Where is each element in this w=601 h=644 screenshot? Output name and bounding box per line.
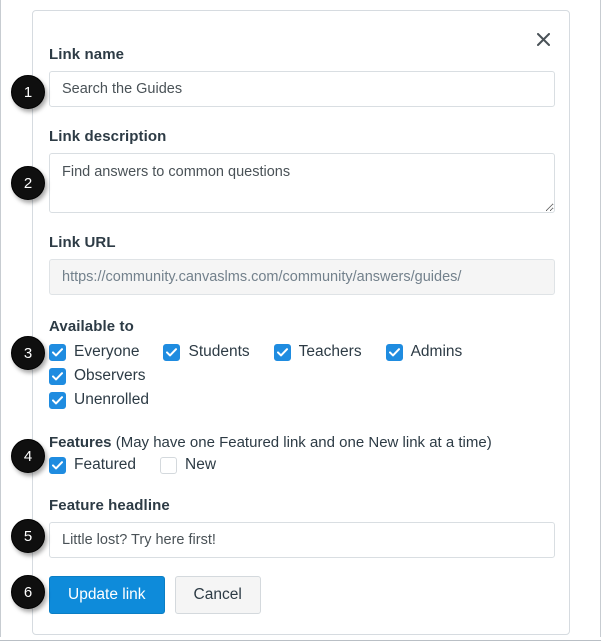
edit-link-dialog: Link name Link description Find answers … bbox=[32, 10, 570, 635]
dialog-body: Link name Link description Find answers … bbox=[49, 45, 555, 614]
dialog-actions: Update link Cancel bbox=[49, 576, 555, 614]
checkbox-everyone[interactable]: Everyone bbox=[49, 343, 139, 361]
callout-badge-5: 5 bbox=[11, 519, 45, 553]
checkbox-checked-icon bbox=[273, 343, 291, 361]
link-description-label: Link description bbox=[49, 128, 167, 145]
feature-headline-label: Feature headline bbox=[49, 497, 170, 514]
update-link-button[interactable]: Update link bbox=[49, 576, 165, 614]
feature-headline-input[interactable] bbox=[49, 522, 555, 558]
checkbox-checked-icon bbox=[49, 343, 66, 361]
link-name-input[interactable] bbox=[49, 71, 555, 107]
callout-badge-3: 3 bbox=[11, 336, 45, 370]
features-heading: Features (May have one Featured link and… bbox=[49, 433, 555, 452]
checkbox-label: New bbox=[185, 456, 217, 473]
available-to-label: Available to bbox=[49, 318, 134, 335]
screenshot-stage: Link name Link description Find answers … bbox=[0, 0, 601, 644]
callout-badge-4: 4 bbox=[11, 439, 45, 473]
checkbox-label: Students bbox=[188, 343, 250, 360]
callout-badge-2: 2 bbox=[11, 166, 45, 200]
checkbox-checked-icon bbox=[49, 456, 66, 474]
link-url-input[interactable] bbox=[49, 259, 555, 295]
checkbox-label: Unenrolled bbox=[74, 391, 149, 408]
callout-badge-1: 1 bbox=[11, 75, 45, 109]
checkbox-unchecked-icon bbox=[160, 456, 178, 474]
checkbox-checked-icon bbox=[385, 343, 403, 361]
link-url-label: Link URL bbox=[49, 234, 116, 251]
checkbox-checked-icon bbox=[49, 367, 66, 385]
checkbox-featured[interactable]: Featured bbox=[49, 456, 136, 474]
checkbox-label: Featured bbox=[74, 456, 137, 473]
available-to-checkbox-group: Everyone Students Teachers Admins Observ… bbox=[49, 343, 555, 415]
features-note: (May have one Featured link and one New … bbox=[111, 434, 492, 451]
checkbox-students[interactable]: Students bbox=[163, 343, 250, 361]
checkbox-observers[interactable]: Observers bbox=[49, 367, 146, 385]
checkbox-label: Observers bbox=[74, 367, 146, 384]
checkbox-checked-icon bbox=[49, 391, 66, 409]
checkbox-label: Everyone bbox=[74, 343, 140, 360]
features-label: Features bbox=[49, 434, 112, 451]
checkbox-new[interactable]: New bbox=[160, 456, 216, 474]
cancel-button[interactable]: Cancel bbox=[174, 576, 261, 614]
callout-badge-6: 6 bbox=[11, 575, 45, 609]
link-name-label: Link name bbox=[49, 46, 125, 63]
page-frame-bottom-edge bbox=[0, 640, 601, 641]
checkbox-unenrolled[interactable]: Unenrolled bbox=[49, 391, 555, 409]
checkbox-label: Admins bbox=[410, 343, 463, 360]
link-description-textarea[interactable]: Find answers to common questions bbox=[49, 153, 555, 213]
checkbox-label: Teachers bbox=[298, 343, 362, 360]
close-icon bbox=[536, 32, 550, 46]
checkbox-admins[interactable]: Admins bbox=[385, 343, 463, 361]
checkbox-checked-icon bbox=[163, 343, 181, 361]
features-checkbox-group: Featured New bbox=[49, 456, 555, 480]
checkbox-teachers[interactable]: Teachers bbox=[273, 343, 362, 361]
page-frame-left-edge bbox=[0, 0, 1, 637]
